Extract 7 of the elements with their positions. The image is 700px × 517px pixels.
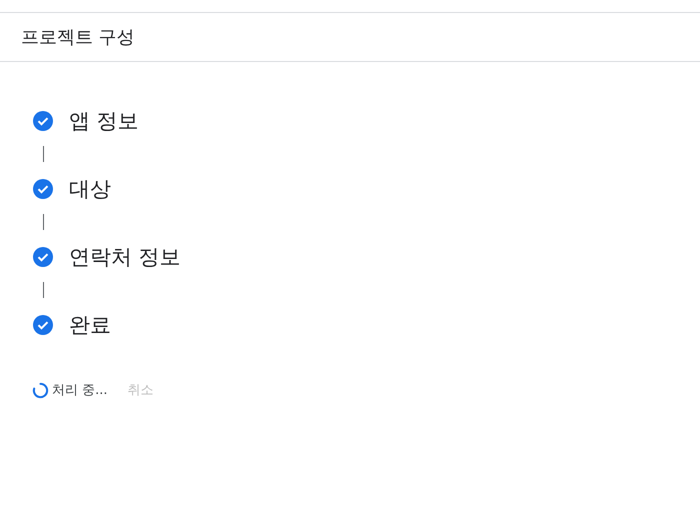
status-text: 처리 중... <box>52 382 108 399</box>
dialog-title: 프로젝트 구성 <box>21 26 135 49</box>
spinner-icon <box>32 382 49 398</box>
step-label: 연락처 정보 <box>69 244 181 271</box>
step-label: 앱 정보 <box>69 108 139 135</box>
step-label: 대상 <box>69 176 111 203</box>
step-label: 완료 <box>69 312 111 339</box>
